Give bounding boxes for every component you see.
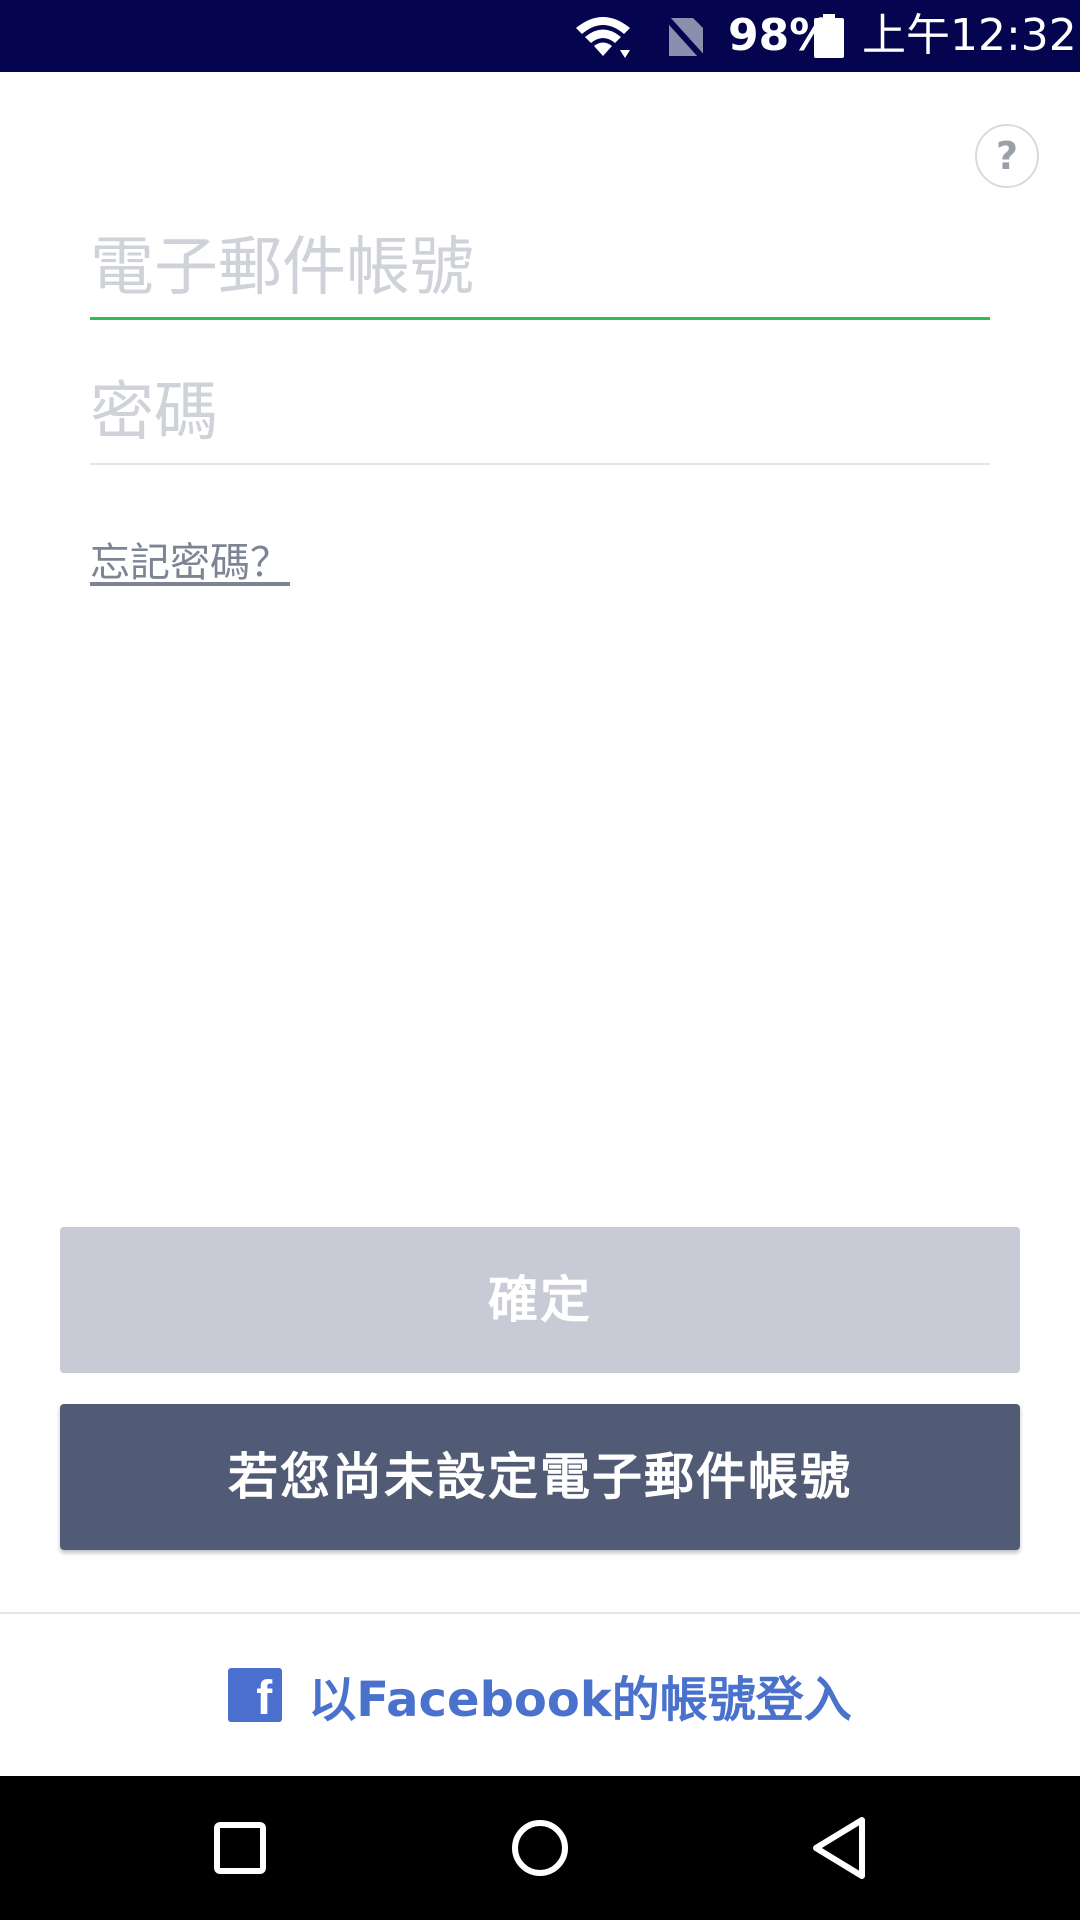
facebook-icon-letter: f [256, 1672, 273, 1722]
password-underline [90, 463, 990, 465]
email-underline [90, 317, 990, 320]
wifi-icon [576, 17, 630, 58]
email-field-container [90, 220, 990, 320]
navigation-bar [0, 1776, 1080, 1920]
help-button[interactable]: ? [975, 124, 1039, 188]
password-input[interactable] [90, 365, 990, 461]
status-time: 上午12:32 [862, 10, 1077, 61]
facebook-login-button[interactable]: f 以Facebook的帳號登入 [0, 1640, 1080, 1750]
divider [0, 1612, 1080, 1614]
facebook-login-label: 以Facebook的帳號登入 [308, 1672, 852, 1728]
facebook-icon: f [228, 1668, 283, 1722]
setup-email-button[interactable]: 若您尚未設定電子郵件帳號 [60, 1404, 1020, 1550]
status-bar: 98% 上午12:32 [0, 0, 1080, 72]
home-icon[interactable] [490, 1798, 590, 1898]
forgot-password-link[interactable]: 忘記密碼？ [90, 536, 290, 590]
recent-apps-icon[interactable] [190, 1798, 290, 1898]
back-icon[interactable] [790, 1798, 890, 1898]
battery-icon [814, 14, 844, 58]
confirm-button[interactable]: 確定 [60, 1227, 1020, 1373]
email-input[interactable] [90, 220, 990, 316]
password-field-container [90, 365, 990, 465]
no-sim-icon [663, 14, 705, 60]
